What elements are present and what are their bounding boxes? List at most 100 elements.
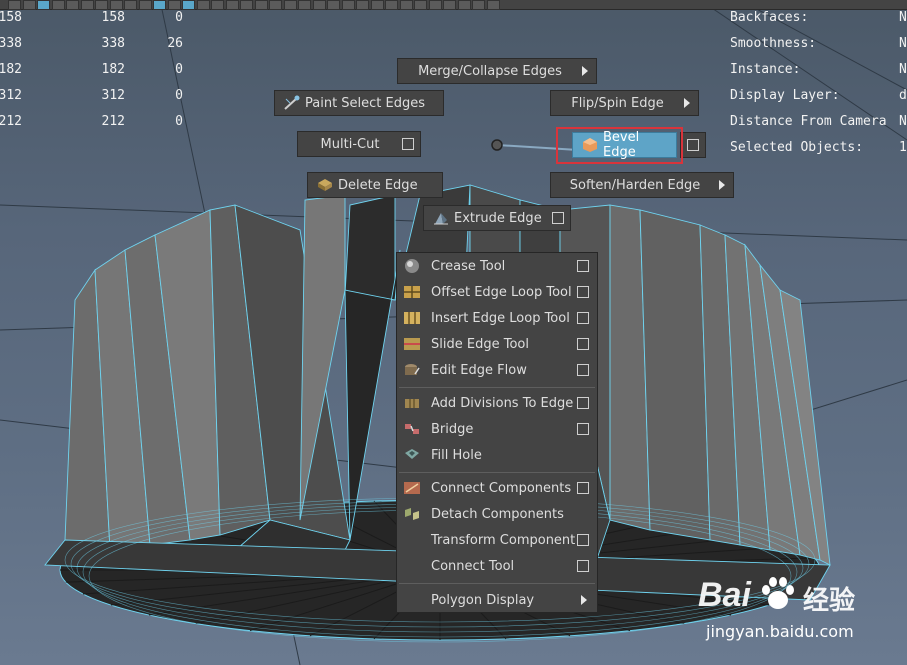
option-box-icon[interactable] (577, 286, 589, 298)
toolbar-button[interactable] (399, 0, 413, 10)
menu-soften-harden-edge[interactable]: Soften/Harden Edge (550, 172, 734, 198)
toolbar-button[interactable] (196, 0, 210, 10)
toolbar-button[interactable] (51, 0, 65, 10)
selection-highlight-box (556, 127, 683, 164)
crease-tool-icon (405, 259, 419, 273)
toolbar-button[interactable] (8, 0, 21, 10)
menu-separator (399, 472, 595, 473)
menu-item-insert-edge-loop-tool[interactable]: Insert Edge Loop Tool (397, 306, 597, 330)
toolbar-button[interactable] (22, 0, 36, 10)
add-divisions-icon (405, 399, 419, 408)
menu-item-connect-tool[interactable]: Connect Tool (397, 554, 597, 578)
menu-item-edit-edge-flow[interactable]: Edit Edge Flow (397, 358, 597, 382)
toolbar-button[interactable] (138, 0, 152, 10)
menu-item-connect-components[interactable]: Connect Components (397, 476, 597, 500)
toolbar-button[interactable] (240, 0, 253, 10)
toolbar-button[interactable] (109, 0, 123, 10)
toolbar-button[interactable] (153, 0, 166, 10)
bevel-edge-options-button[interactable] (680, 132, 706, 158)
model-fin (639, 209, 711, 541)
toolbar-button[interactable] (37, 0, 50, 10)
hud-count-value: 212 (101, 114, 125, 129)
option-box-icon[interactable] (577, 534, 589, 546)
menu-item-offset-edge-loop-tool[interactable]: Offset Edge Loop Tool (397, 280, 597, 304)
toolbar-button[interactable] (414, 0, 427, 10)
toolbar-button[interactable] (182, 0, 195, 10)
menu-item-label: Edit Edge Flow (431, 362, 527, 378)
toolbar-button[interactable] (428, 0, 442, 10)
option-box-icon[interactable] (577, 312, 589, 324)
hud-count-value: 0 (175, 114, 183, 129)
menu-item-polygon-display[interactable]: Polygon Display (397, 588, 597, 612)
menu-separator (399, 583, 595, 584)
menu-item-add-divisions-to-edge[interactable]: Add Divisions To Edge (397, 391, 597, 415)
flip-spin-edge-label: Flip/Spin Edge (571, 95, 664, 111)
multi-cut-options-box[interactable] (402, 138, 414, 150)
option-box-icon[interactable] (577, 260, 589, 272)
detach-components-icon (405, 508, 419, 520)
option-box-icon[interactable] (577, 364, 589, 376)
hud-label: Selected Objects: (730, 140, 864, 155)
menu-item-slide-edge-tool[interactable]: Slide Edge Tool (397, 332, 597, 356)
toolbar-button[interactable] (341, 0, 355, 10)
menu-separator (399, 387, 595, 388)
menu-item-crease-tool[interactable]: Crease Tool (397, 254, 597, 278)
menu-item-label: Polygon Display (431, 592, 535, 608)
toolbar-button[interactable] (211, 0, 224, 10)
toolbar-button[interactable] (80, 0, 94, 10)
hud-value: N (899, 62, 907, 77)
toolbar-button[interactable] (457, 0, 471, 10)
toolbar-button[interactable] (254, 0, 268, 10)
toolbar-button[interactable] (356, 0, 369, 10)
toolbar-button[interactable] (95, 0, 108, 10)
option-box-icon[interactable] (577, 482, 589, 494)
toolbar-button[interactable] (269, 0, 282, 10)
menu-paint-select-edges[interactable]: Paint Select Edges (274, 90, 444, 116)
toolbar-button[interactable] (312, 0, 326, 10)
toolbar-button[interactable] (283, 0, 297, 10)
toolbar-button[interactable] (486, 0, 500, 10)
hud-count-value: 182 (101, 62, 125, 77)
menu-extrude-edge[interactable]: Extrude Edge (423, 205, 571, 231)
hud-value: N (899, 114, 907, 129)
toolbar-button[interactable] (472, 0, 485, 10)
extrude-edge-icon (434, 213, 448, 225)
viewport-toolbar (0, 0, 907, 10)
menu-item-transform-component[interactable]: Transform Component (397, 528, 597, 552)
menu-flip-spin-edge[interactable]: Flip/Spin Edge (550, 90, 699, 116)
toolbar-button[interactable] (66, 0, 79, 10)
menu-item-fill-hole[interactable]: Fill Hole (397, 443, 597, 467)
toolbar-button[interactable] (225, 0, 239, 10)
edit-edge-flow-icon (405, 364, 420, 375)
toolbar-button[interactable] (124, 0, 137, 10)
hud-label: Smoothness: (730, 36, 817, 51)
toolbar-button[interactable] (167, 0, 181, 10)
menu-item-detach-components[interactable]: Detach Components (397, 502, 597, 526)
toolbar-button[interactable] (443, 0, 456, 10)
hud-count-value: 0 (175, 88, 183, 103)
extrude-edge-options-box[interactable] (552, 212, 564, 224)
toolbar-button[interactable] (385, 0, 398, 10)
toolbar-button[interactable] (298, 0, 311, 10)
toolbar-button[interactable] (370, 0, 384, 10)
maya-viewport[interactable]: 158 158 0 338 338 26 182 182 0 312 312 0 212 212 0 Bac… (0, 0, 907, 665)
toolbar-button[interactable] (327, 0, 340, 10)
option-box-icon[interactable] (577, 423, 589, 435)
soften-harden-edge-label: Soften/Harden Edge (569, 177, 701, 193)
menu-delete-edge[interactable]: Delete Edge (307, 172, 443, 198)
option-box-icon[interactable] (577, 560, 589, 572)
menu-multi-cut[interactable]: Multi-Cut (297, 131, 421, 157)
baidu-watermark: Bai 经验 jingyan.baidu.com (698, 572, 898, 662)
hud-count-value: 0 (175, 10, 183, 25)
option-box-icon[interactable] (577, 397, 589, 409)
menu-item-label: Offset Edge Loop Tool (431, 284, 572, 300)
option-box-icon[interactable] (577, 338, 589, 350)
hud-label: Instance: (730, 62, 801, 77)
marking-menu-center (491, 139, 503, 151)
hud-count-value: 158 (0, 10, 22, 25)
hud-count-value: 212 (0, 114, 22, 129)
bevel-edge-options-box[interactable] (687, 139, 699, 151)
menu-merge-collapse-edges[interactable]: Merge/Collapse Edges (397, 58, 597, 84)
menu-item-bridge[interactable]: Bridge (397, 417, 597, 441)
delete-edge-label: Delete Edge (338, 177, 418, 193)
